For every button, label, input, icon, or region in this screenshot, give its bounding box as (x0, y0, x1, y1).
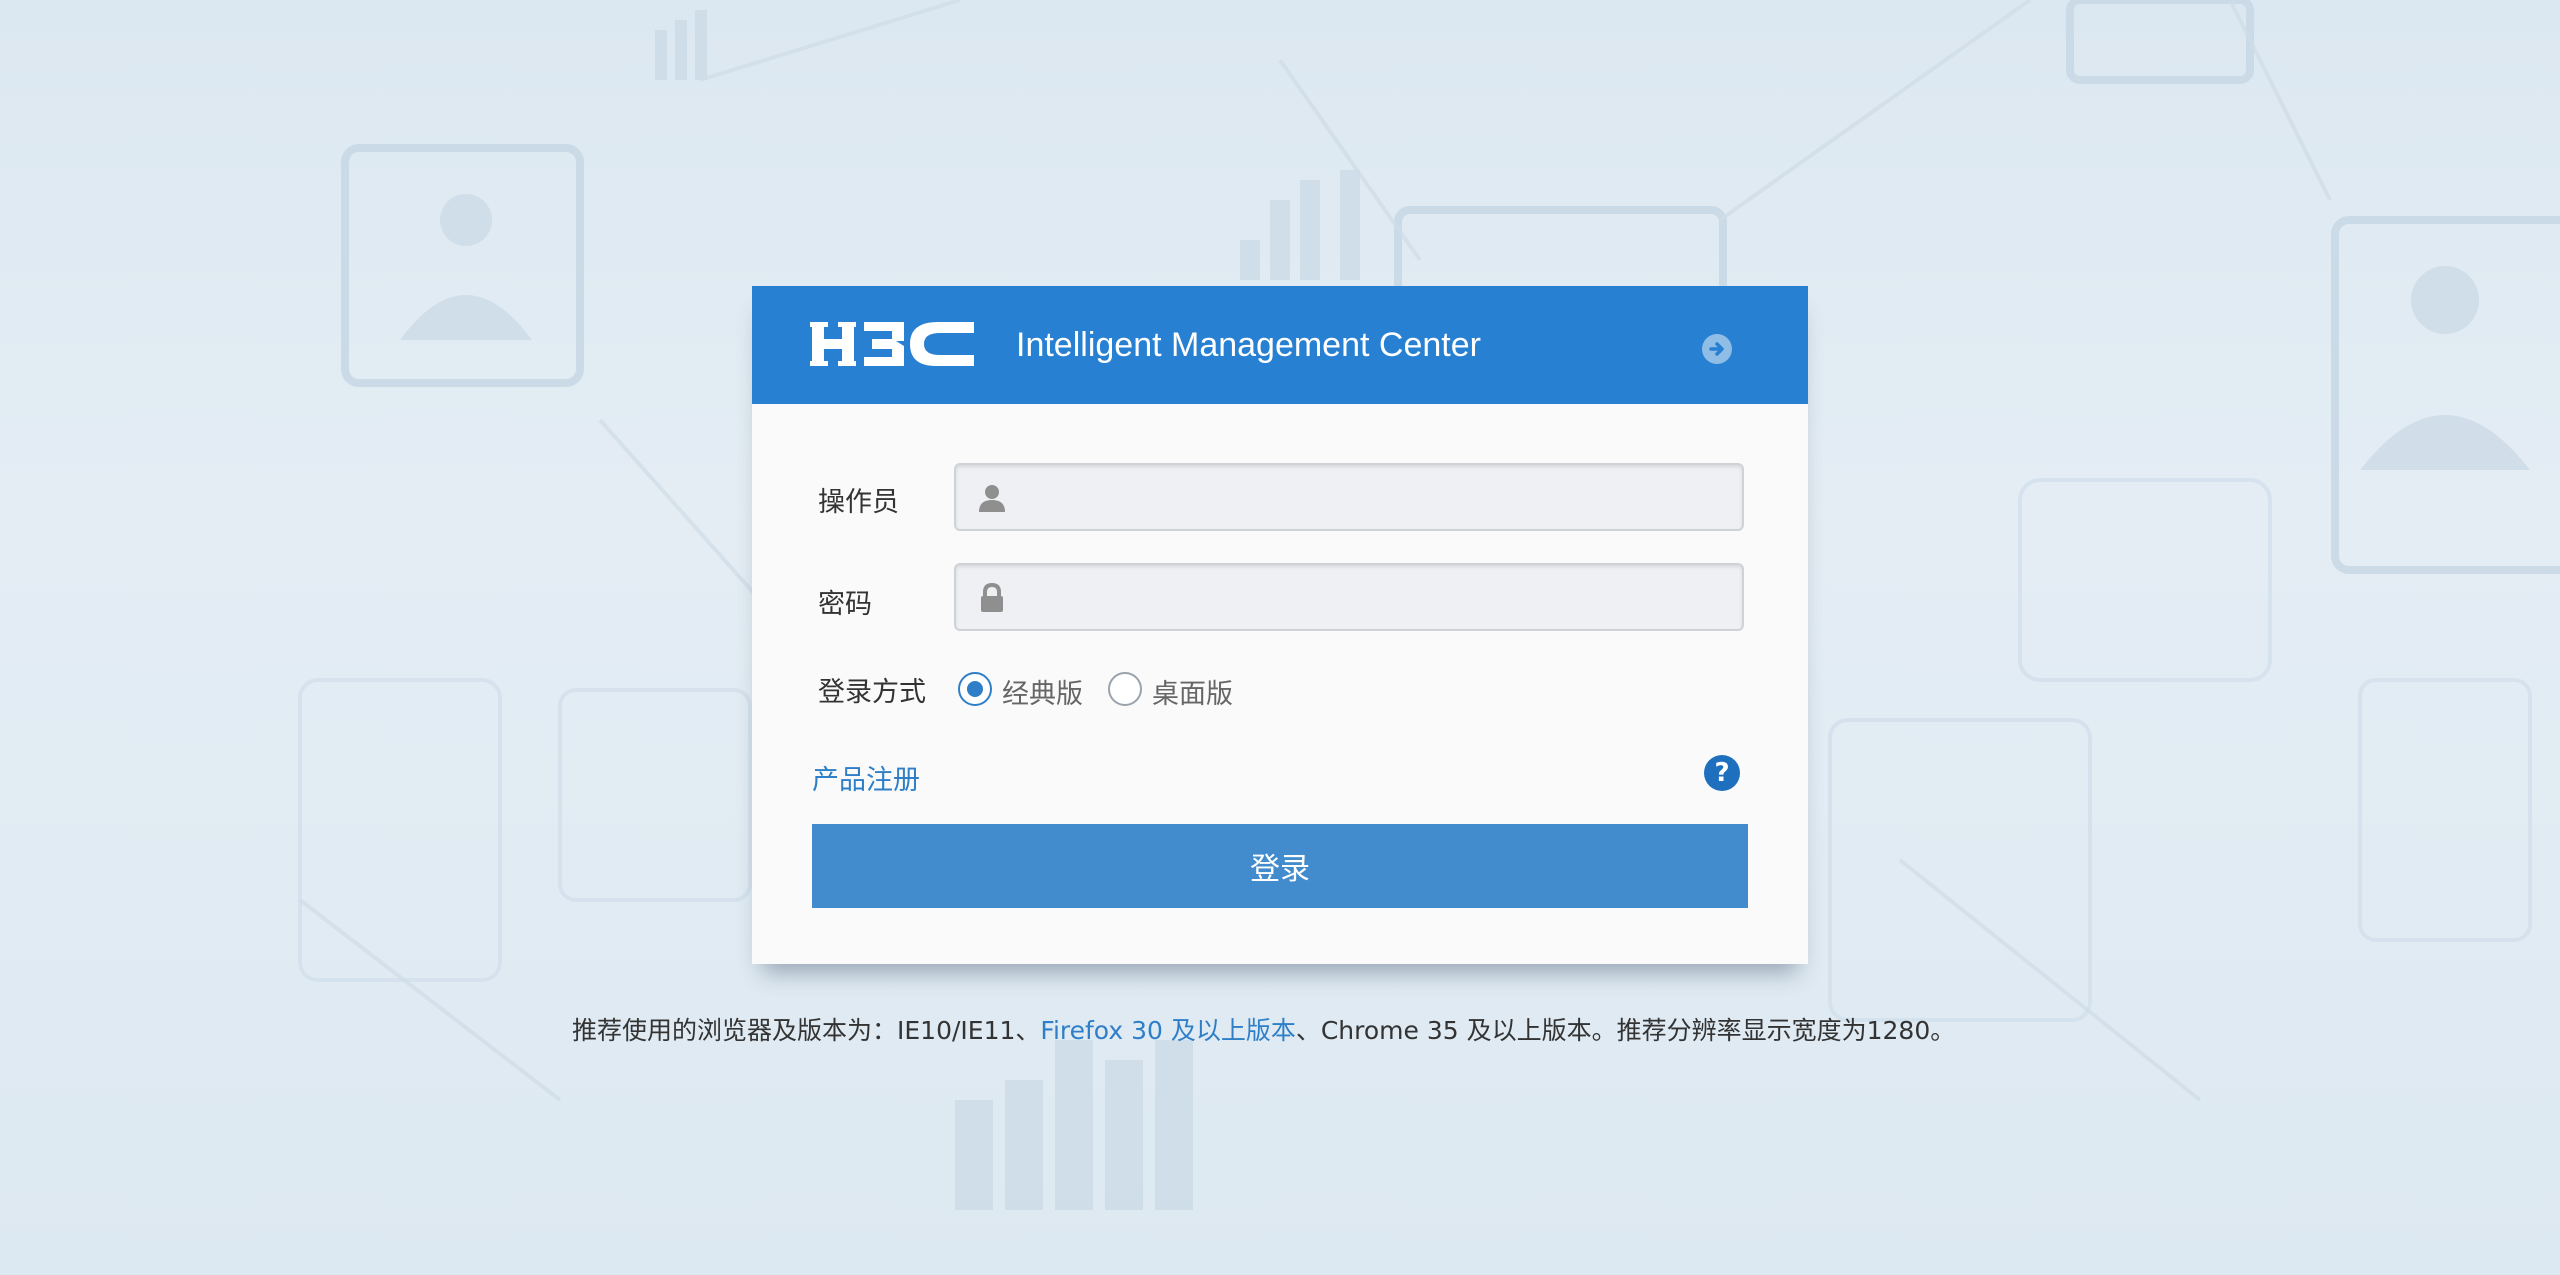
password-input[interactable] (1016, 565, 1736, 629)
login-panel: Intelligent Management Center 操作员 密码 登录方… (752, 286, 1808, 964)
radio-checked-icon[interactable] (958, 672, 992, 706)
operator-field[interactable] (954, 463, 1744, 531)
app-title: Intelligent Management Center (1016, 326, 1481, 364)
radio-desktop-label: 桌面版 (1152, 679, 1233, 710)
login-header: Intelligent Management Center (752, 286, 1808, 404)
arrow-right-circle-icon[interactable] (1702, 334, 1732, 364)
lock-icon (981, 583, 1003, 612)
password-field[interactable] (954, 563, 1744, 631)
operator-label: 操作员 (818, 487, 899, 518)
login-button[interactable]: 登录 (812, 824, 1748, 908)
firefox-link[interactable]: Firefox 30 及以上版本 (1040, 1016, 1295, 1045)
note-text-2: 、Chrome 35 及以上版本。推荐分辨率显示宽度为1280。 (1295, 1016, 1956, 1045)
radio-classic-label: 经典版 (1002, 679, 1083, 710)
question-circle-icon[interactable]: ? (1704, 755, 1740, 791)
operator-input[interactable] (1016, 465, 1736, 529)
password-label: 密码 (818, 589, 872, 620)
h3c-logo (810, 322, 974, 366)
radio-unchecked-icon[interactable] (1108, 672, 1142, 706)
note-text-1: 推荐使用的浏览器及版本为：IE10/IE11、 (572, 1016, 1041, 1045)
user-icon (979, 485, 1005, 512)
login-mode-label: 登录方式 (818, 677, 926, 708)
product-register-link[interactable]: 产品注册 (812, 758, 920, 797)
browser-recommendation-note: 推荐使用的浏览器及版本为：IE10/IE11、Firefox 30 及以上版本、… (572, 1011, 1955, 1047)
